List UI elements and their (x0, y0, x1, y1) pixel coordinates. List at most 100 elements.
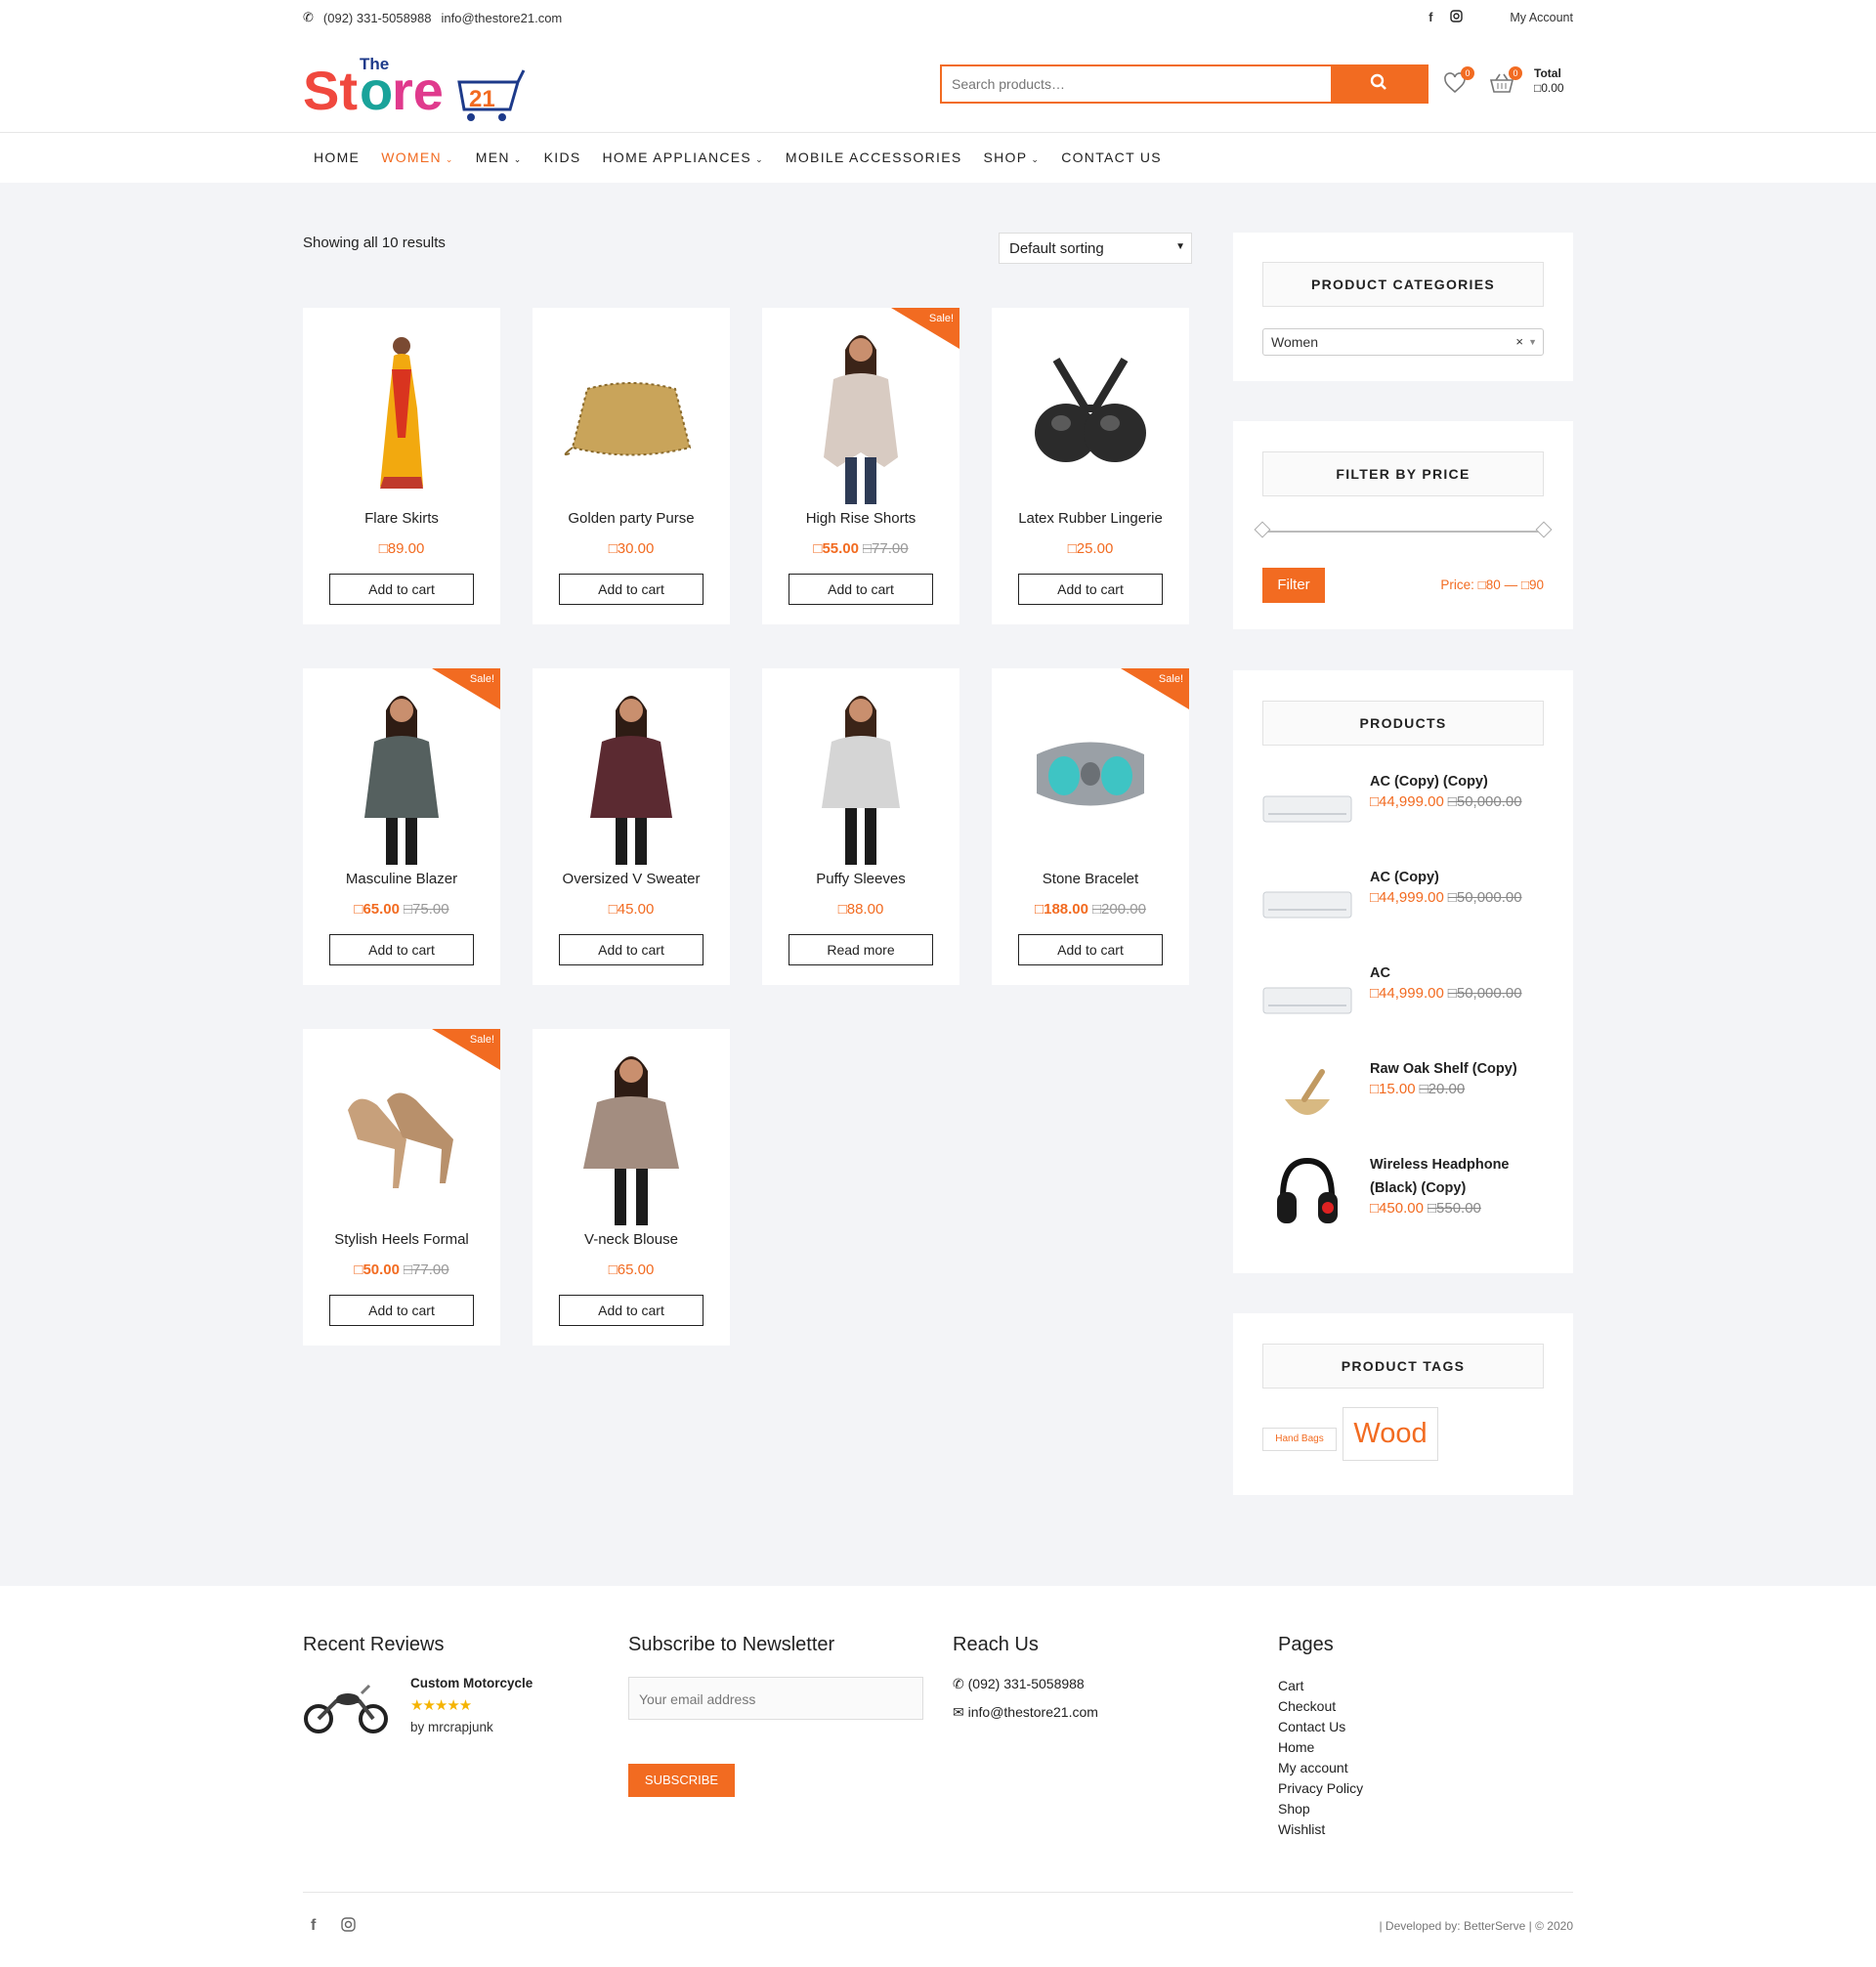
add-to-cart-button[interactable]: Add to cart (789, 574, 933, 605)
facebook-icon[interactable]: f (311, 1917, 316, 1937)
footer-link-shop[interactable]: Shop (1278, 1799, 1363, 1819)
product-image[interactable] (533, 676, 730, 872)
product-name[interactable]: Oversized V Sweater (533, 871, 730, 887)
product-thumbnail[interactable] (1262, 962, 1352, 1040)
facebook-icon[interactable]: f (1428, 11, 1432, 24)
footer-link-my-account[interactable]: My account (1278, 1758, 1363, 1778)
instagram-icon[interactable] (1450, 10, 1464, 25)
nav-label: KIDS (543, 150, 581, 165)
sidebar-product-name[interactable]: Wireless Headphone (Black) (Copy) (1370, 1153, 1556, 1200)
sidebar-product-item[interactable]: AC (Copy) (Copy) □44,999.00 □50,000.00 (1262, 770, 1556, 848)
product-image[interactable] (303, 676, 500, 872)
sidebar-product-name[interactable]: Raw Oak Shelf (Copy) (1370, 1057, 1556, 1081)
review-thumbnail[interactable] (303, 1676, 389, 1739)
cart-button[interactable]: 0 (1489, 66, 1522, 101)
product-name[interactable]: Flare Skirts (303, 510, 500, 527)
product-card[interactable]: Sale! Stylish Heels Formal □50.00 □77.00 … (303, 1029, 500, 1346)
add-to-cart-button[interactable]: Add to cart (559, 574, 704, 605)
product-name[interactable]: V-neck Blouse (533, 1231, 730, 1248)
nav-men[interactable]: MEN ⌄ (465, 150, 533, 165)
tag-link[interactable]: Wood (1343, 1407, 1438, 1461)
sidebar-product-item[interactable]: AC (Copy) □44,999.00 □50,000.00 (1262, 866, 1556, 944)
add-to-cart-button[interactable]: Add to cart (1018, 934, 1163, 965)
product-card[interactable]: Golden party Purse □30.00 Add to cart (533, 308, 730, 624)
product-name[interactable]: High Rise Shorts (762, 510, 959, 527)
store-logo[interactable]: The St o re 21 (303, 53, 528, 123)
sidebar-product-item[interactable]: AC □44,999.00 □50,000.00 (1262, 962, 1556, 1040)
product-image[interactable] (992, 316, 1189, 511)
nav-women[interactable]: WOMEN ⌄ (370, 150, 465, 165)
nav-mobile-accessories[interactable]: MOBILE ACCESSORIES (775, 150, 973, 165)
nav-home-appliances[interactable]: HOME APPLIANCES ⌄ (592, 150, 775, 165)
category-select[interactable]: Women × ▼ (1262, 328, 1544, 356)
topbar-email[interactable]: info@thestore21.com (442, 11, 563, 25)
product-card[interactable]: Flare Skirts □89.00 Add to cart (303, 308, 500, 624)
nav-shop[interactable]: SHOP ⌄ (972, 150, 1050, 165)
footer-link-privacy[interactable]: Privacy Policy (1278, 1778, 1363, 1799)
product-image[interactable] (303, 316, 500, 511)
price-slider[interactable] (1254, 521, 1553, 538)
sorting-select[interactable]: Default sorting ▼ (999, 233, 1192, 264)
product-image[interactable] (303, 1037, 500, 1232)
product-card[interactable]: Sale! Masculine Blazer □65.00 □75.00 Add … (303, 668, 500, 985)
product-name[interactable]: Stylish Heels Formal (303, 1231, 500, 1248)
clear-icon[interactable]: × (1515, 334, 1523, 349)
product-name[interactable]: Stone Bracelet (992, 871, 1189, 887)
sidebar-product-item[interactable]: Raw Oak Shelf (Copy) □15.00 □20.00 (1262, 1057, 1556, 1135)
product-image[interactable] (533, 316, 730, 511)
current-price: □15.00 (1370, 1081, 1416, 1097)
add-to-cart-button[interactable]: Add to cart (329, 934, 474, 965)
wishlist-button[interactable]: 0 (1443, 66, 1474, 101)
add-to-cart-button[interactable]: Add to cart (329, 1295, 474, 1326)
product-card[interactable]: Puffy Sleeves □88.00 Read more (762, 668, 959, 985)
instagram-icon[interactable] (341, 1917, 357, 1937)
filter-button[interactable]: Filter (1262, 568, 1325, 603)
product-image[interactable] (992, 676, 1189, 872)
nav-home[interactable]: HOME (303, 150, 370, 165)
product-thumbnail[interactable] (1262, 1153, 1352, 1231)
search-button[interactable] (1331, 66, 1427, 102)
sidebar-product-name[interactable]: AC (1370, 962, 1556, 985)
footer-link-checkout[interactable]: Checkout (1278, 1696, 1363, 1717)
reach-email[interactable]: ✉ info@thestore21.com (953, 1704, 1098, 1721)
categories-title: PRODUCT CATEGORIES (1262, 262, 1544, 307)
product-name[interactable]: Masculine Blazer (303, 871, 500, 887)
product-card[interactable]: V-neck Blouse □65.00 Add to cart (533, 1029, 730, 1346)
search-input[interactable] (942, 66, 1331, 102)
add-to-cart-button[interactable]: Add to cart (329, 574, 474, 605)
product-card[interactable]: Sale! Stone Bracelet □188.00 □200.00 Add … (992, 668, 1189, 985)
sidebar-product-item[interactable]: Wireless Headphone (Black) (Copy) □450.0… (1262, 1153, 1556, 1231)
product-name[interactable]: Latex Rubber Lingerie (992, 510, 1189, 527)
product-thumbnail[interactable] (1262, 866, 1352, 944)
product-card[interactable]: Oversized V Sweater □45.00 Add to cart (533, 668, 730, 985)
email-field[interactable]: Your email address (628, 1677, 923, 1720)
add-to-cart-button[interactable]: Add to cart (559, 934, 704, 965)
footer-link-cart[interactable]: Cart (1278, 1676, 1363, 1696)
nav-contact-us[interactable]: CONTACT US (1050, 150, 1172, 165)
product-card[interactable]: Latex Rubber Lingerie □25.00 Add to cart (992, 308, 1189, 624)
review-product-name[interactable]: Custom Motorcycle (410, 1676, 533, 1690)
footer-link-contact[interactable]: Contact Us (1278, 1717, 1363, 1737)
product-name[interactable]: Golden party Purse (533, 510, 730, 527)
read-more-button[interactable]: Read more (789, 934, 933, 965)
sidebar-product-name[interactable]: AC (Copy) (1370, 866, 1556, 889)
product-image[interactable] (762, 676, 959, 872)
nav-kids[interactable]: KIDS (533, 150, 592, 165)
tag-link[interactable]: Hand Bags (1262, 1428, 1337, 1451)
footer-link-home[interactable]: Home (1278, 1737, 1363, 1758)
sidebar-product-name[interactable]: AC (Copy) (Copy) (1370, 770, 1556, 793)
product-name[interactable]: Puffy Sleeves (762, 871, 959, 887)
product-image[interactable] (533, 1037, 730, 1232)
my-account-link[interactable]: My Account (1510, 11, 1573, 24)
add-to-cart-button[interactable]: Add to cart (1018, 574, 1163, 605)
product-thumbnail[interactable] (1262, 1057, 1352, 1135)
cart-total[interactable]: Total □0.00 (1534, 66, 1564, 96)
subscribe-button[interactable]: SUBSCRIBE (628, 1764, 735, 1797)
add-to-cart-button[interactable]: Add to cart (559, 1295, 704, 1326)
slider-min-handle[interactable] (1254, 521, 1271, 538)
footer-link-wishlist[interactable]: Wishlist (1278, 1819, 1363, 1840)
slider-max-handle[interactable] (1535, 521, 1553, 538)
product-thumbnail[interactable] (1262, 770, 1352, 848)
product-card[interactable]: Sale! High Rise Shorts □55.00 □77.00 Add … (762, 308, 959, 624)
product-image[interactable] (762, 316, 959, 511)
